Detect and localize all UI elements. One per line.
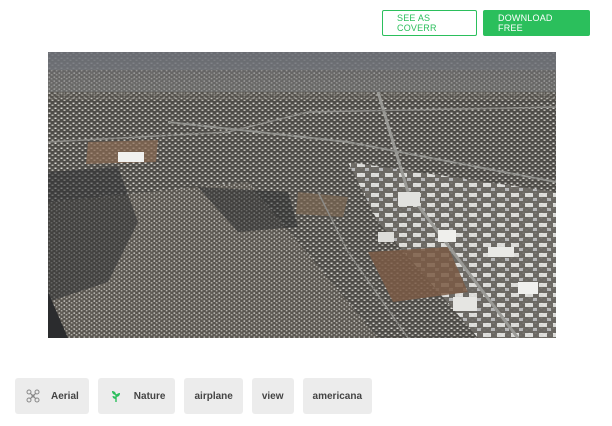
see-as-cover-button[interactable]: SEE AS COVERR	[382, 10, 477, 36]
tag-aerial[interactable]: Aerial	[15, 378, 89, 414]
tag-americana[interactable]: americana	[302, 378, 373, 414]
aerial-city-photo	[48, 52, 556, 338]
tag-label: view	[261, 390, 284, 402]
plant-icon	[108, 388, 124, 404]
tag-airplane[interactable]: airplane	[184, 378, 243, 414]
tag-list: Aerial Nature airplane view americana	[15, 378, 373, 414]
tag-label: Aerial	[51, 390, 79, 402]
video-preview-image[interactable]	[48, 52, 556, 338]
drone-icon	[25, 388, 41, 404]
tag-label: americana	[312, 390, 363, 402]
tag-nature[interactable]: Nature	[97, 378, 176, 414]
top-actions: SEE AS COVERR DOWNLOAD FREE	[382, 10, 590, 36]
tag-label: Nature	[133, 390, 166, 402]
tag-label: airplane	[194, 390, 233, 402]
download-free-button[interactable]: DOWNLOAD FREE	[483, 10, 590, 36]
page: SEE AS COVERR DOWNLOAD FREE Aerial Natur…	[0, 0, 612, 426]
tag-view[interactable]: view	[251, 378, 294, 414]
